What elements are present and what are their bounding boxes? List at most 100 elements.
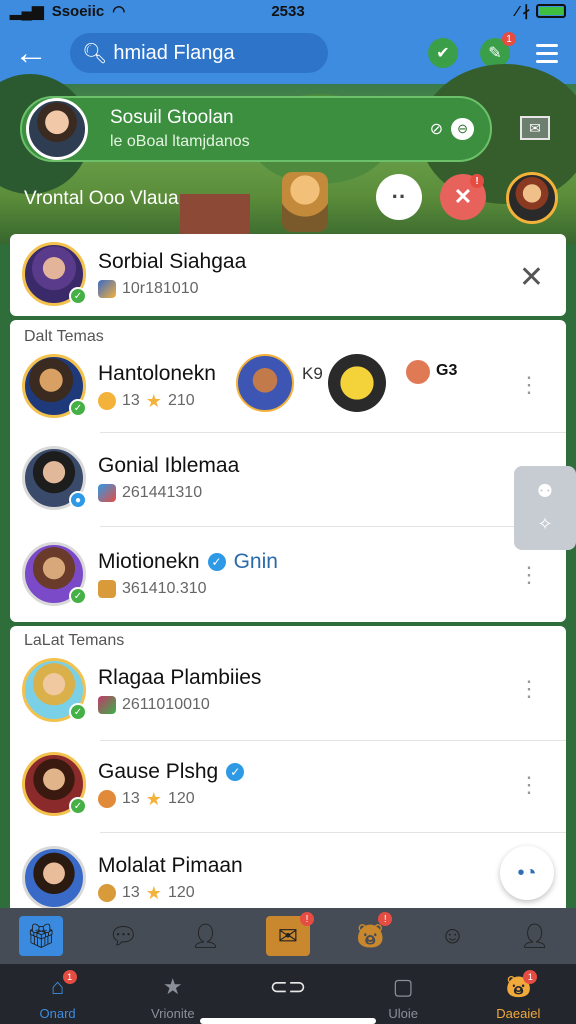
quick-tray: 🎁︎ 💬︎ 👤︎ ✉! 🐻︎! ☺ 👤︎ — [0, 908, 576, 964]
friends-section-1: Dalt Temas ✓ Hantolonekn 13 ★ 210 K9 G3 ⋮ … — [10, 320, 566, 622]
more-icon[interactable]: ⋮ — [518, 678, 540, 700]
points-count: 120 — [167, 884, 195, 901]
status-chip[interactable]: ⊖ — [451, 118, 474, 140]
avatar[interactable] — [26, 98, 88, 160]
pinned-name: Sorbial Siahgaa — [98, 250, 247, 273]
avatar: ✓ — [22, 242, 87, 306]
nav-label: Vrionite — [150, 1006, 195, 1021]
game-avatar[interactable] — [236, 354, 294, 412]
chat-bubble-icon[interactable]: 💬︎ — [101, 916, 145, 956]
coin-count: 13 — [122, 392, 140, 409]
clock: 2533 — [271, 2, 305, 20]
nav-badge: 1 — [523, 970, 538, 984]
close-red-button[interactable]: ✕! — [440, 174, 486, 220]
profile-icon[interactable]: 👤︎ — [184, 916, 228, 956]
avatar: ✓ — [22, 354, 87, 418]
signal-icon: ▂▄▆ — [10, 3, 44, 20]
sparkle-icon[interactable]: ✧ — [537, 514, 552, 535]
list-item[interactable]: ● Gonial Iblemaa 261441310 — [22, 446, 576, 510]
battery-icon — [536, 4, 566, 18]
tag-label: K9 — [302, 364, 323, 383]
list-item[interactable]: ✓ Rlagaa Plambiies 2611010010 — [22, 658, 576, 722]
friend-name: Molalat Pimaan — [98, 854, 243, 877]
nav-profile[interactable]: 🐻︎ Daeaiel 1 — [473, 970, 563, 1021]
nav-home[interactable]: ⌂ Onard 1 — [13, 970, 103, 1021]
star-icon: ★ — [145, 883, 162, 903]
verified-icon: ✓ — [207, 553, 226, 571]
back-arrow-icon[interactable]: ← — [14, 36, 54, 70]
menu-icon[interactable] — [532, 38, 562, 68]
mail-icon[interactable]: ✉ — [520, 116, 550, 140]
pinned-stat: 10r181010 — [122, 280, 199, 297]
user-icon[interactable]: 👤︎ — [513, 916, 557, 956]
avatar: ✓ — [22, 542, 87, 606]
profile-name: Sosuil Gtoolan — [110, 107, 234, 128]
status-icons: ⁄ ∤ — [515, 3, 530, 20]
list-item[interactable]: ✓ Miotionekn ✓ Gnin 361410.310 — [22, 542, 576, 606]
wifi-icon: ◠ — [112, 3, 126, 20]
nav-window[interactable]: ▢ Uloie — [358, 974, 448, 1021]
more-icon[interactable]: ⋮ — [518, 564, 540, 586]
link-icon: ⊂⊃ — [269, 974, 307, 999]
inbox-badge: ! — [299, 912, 314, 926]
nav-label: Onard — [39, 1006, 76, 1021]
friend-name: Gonial Iblemaa — [98, 454, 240, 477]
search-field[interactable]: 🔍︎ hmiad Flanga — [70, 33, 328, 73]
nav-label: Daeaiel — [496, 1006, 541, 1021]
red-badge: ! — [470, 174, 484, 188]
emoji-icon[interactable]: ☺ — [431, 916, 475, 956]
scene-title: Vrontal Ooo Vlaua — [24, 188, 179, 209]
coin-count: 13 — [122, 884, 140, 901]
section-title: LaLat Temans — [24, 632, 125, 649]
profile-subtitle: le oBoal ltamjdanos — [110, 133, 250, 150]
status-bar: ▂▄▆ Ssoeiic ◠ 2533 ⁄ ∤ — [0, 0, 576, 22]
tag-label: Gnin — [233, 550, 278, 573]
nav-badge: 1 — [62, 970, 77, 984]
friend-name: Rlagaa Plambiies — [98, 666, 262, 689]
points-count: 120 — [167, 790, 195, 807]
coin-count: 13 — [122, 790, 140, 807]
star-icon: ★ — [145, 391, 162, 411]
friend-name: Hantolonekn — [98, 362, 216, 385]
more-icon[interactable]: ⋮ — [518, 374, 540, 396]
game-icon — [98, 580, 116, 598]
player-avatar[interactable] — [506, 172, 558, 224]
coin-icon — [98, 392, 116, 410]
nav-link[interactable]: ⊂⊃ — [243, 974, 333, 1006]
points-count: 210 — [167, 392, 195, 409]
window-icon: ▢ — [392, 974, 414, 999]
game-icon — [98, 484, 116, 502]
pinned-card[interactable]: ✓ Sorbial Siahgaa 10r181010 ✕ — [10, 234, 566, 316]
game-icon — [98, 280, 116, 298]
profile-card[interactable]: Sosuil Gtoolan le oBoal ltamjdanos ⊘ ⊖ — [20, 96, 492, 162]
refresh-button[interactable]: •◔ — [500, 846, 554, 900]
list-item[interactable]: ✓ Hantolonekn 13 ★ 210 K9 G3 — [22, 354, 576, 418]
verified-icon: ✓ — [226, 763, 245, 781]
pet-icon[interactable]: 🐻︎! — [348, 912, 393, 956]
star-icon: ★ — [162, 974, 183, 999]
coin-icon — [98, 884, 116, 902]
home-indicator[interactable] — [200, 1018, 376, 1024]
nav-favorites[interactable]: ★ Vrionite — [128, 974, 218, 1021]
inbox-icon[interactable]: ✉! — [265, 912, 314, 956]
link-icon[interactable]: ⊘ — [430, 119, 443, 139]
list-item[interactable]: Molalat Pimaan 13 ★ 120 — [22, 846, 576, 910]
friends-icon[interactable]: ✔ — [428, 38, 458, 68]
mini-avatar — [406, 360, 430, 384]
pet-badge: ! — [378, 912, 393, 926]
gift-icon[interactable]: 🎁︎ — [19, 916, 64, 956]
robot-icon[interactable]: ⚉ — [537, 481, 553, 502]
more-icon[interactable]: ⋮ — [518, 774, 540, 796]
bottom-navigation: ⌂ Onard 1 ★ Vrionite ⊂⊃ ▢ Uloie 🐻︎ Daeai… — [0, 964, 576, 1024]
nav-label: Uloie — [388, 1006, 418, 1021]
hero-character-graphic — [282, 172, 328, 232]
star-icon: ★ — [145, 789, 162, 809]
friend-stat: 2611010010 — [122, 696, 210, 713]
more-options-button[interactable]: ·· — [376, 174, 422, 220]
game-icon — [98, 696, 116, 714]
game-avatar[interactable] — [328, 354, 386, 412]
floating-action-card[interactable]: ⚉ ✧ — [514, 466, 576, 550]
close-icon[interactable]: ✕ — [519, 260, 544, 295]
list-item[interactable]: ✓ Gause Plshg ✓ 13 ★ 120 — [22, 752, 576, 816]
friend-stat: 261441310 — [122, 484, 203, 501]
